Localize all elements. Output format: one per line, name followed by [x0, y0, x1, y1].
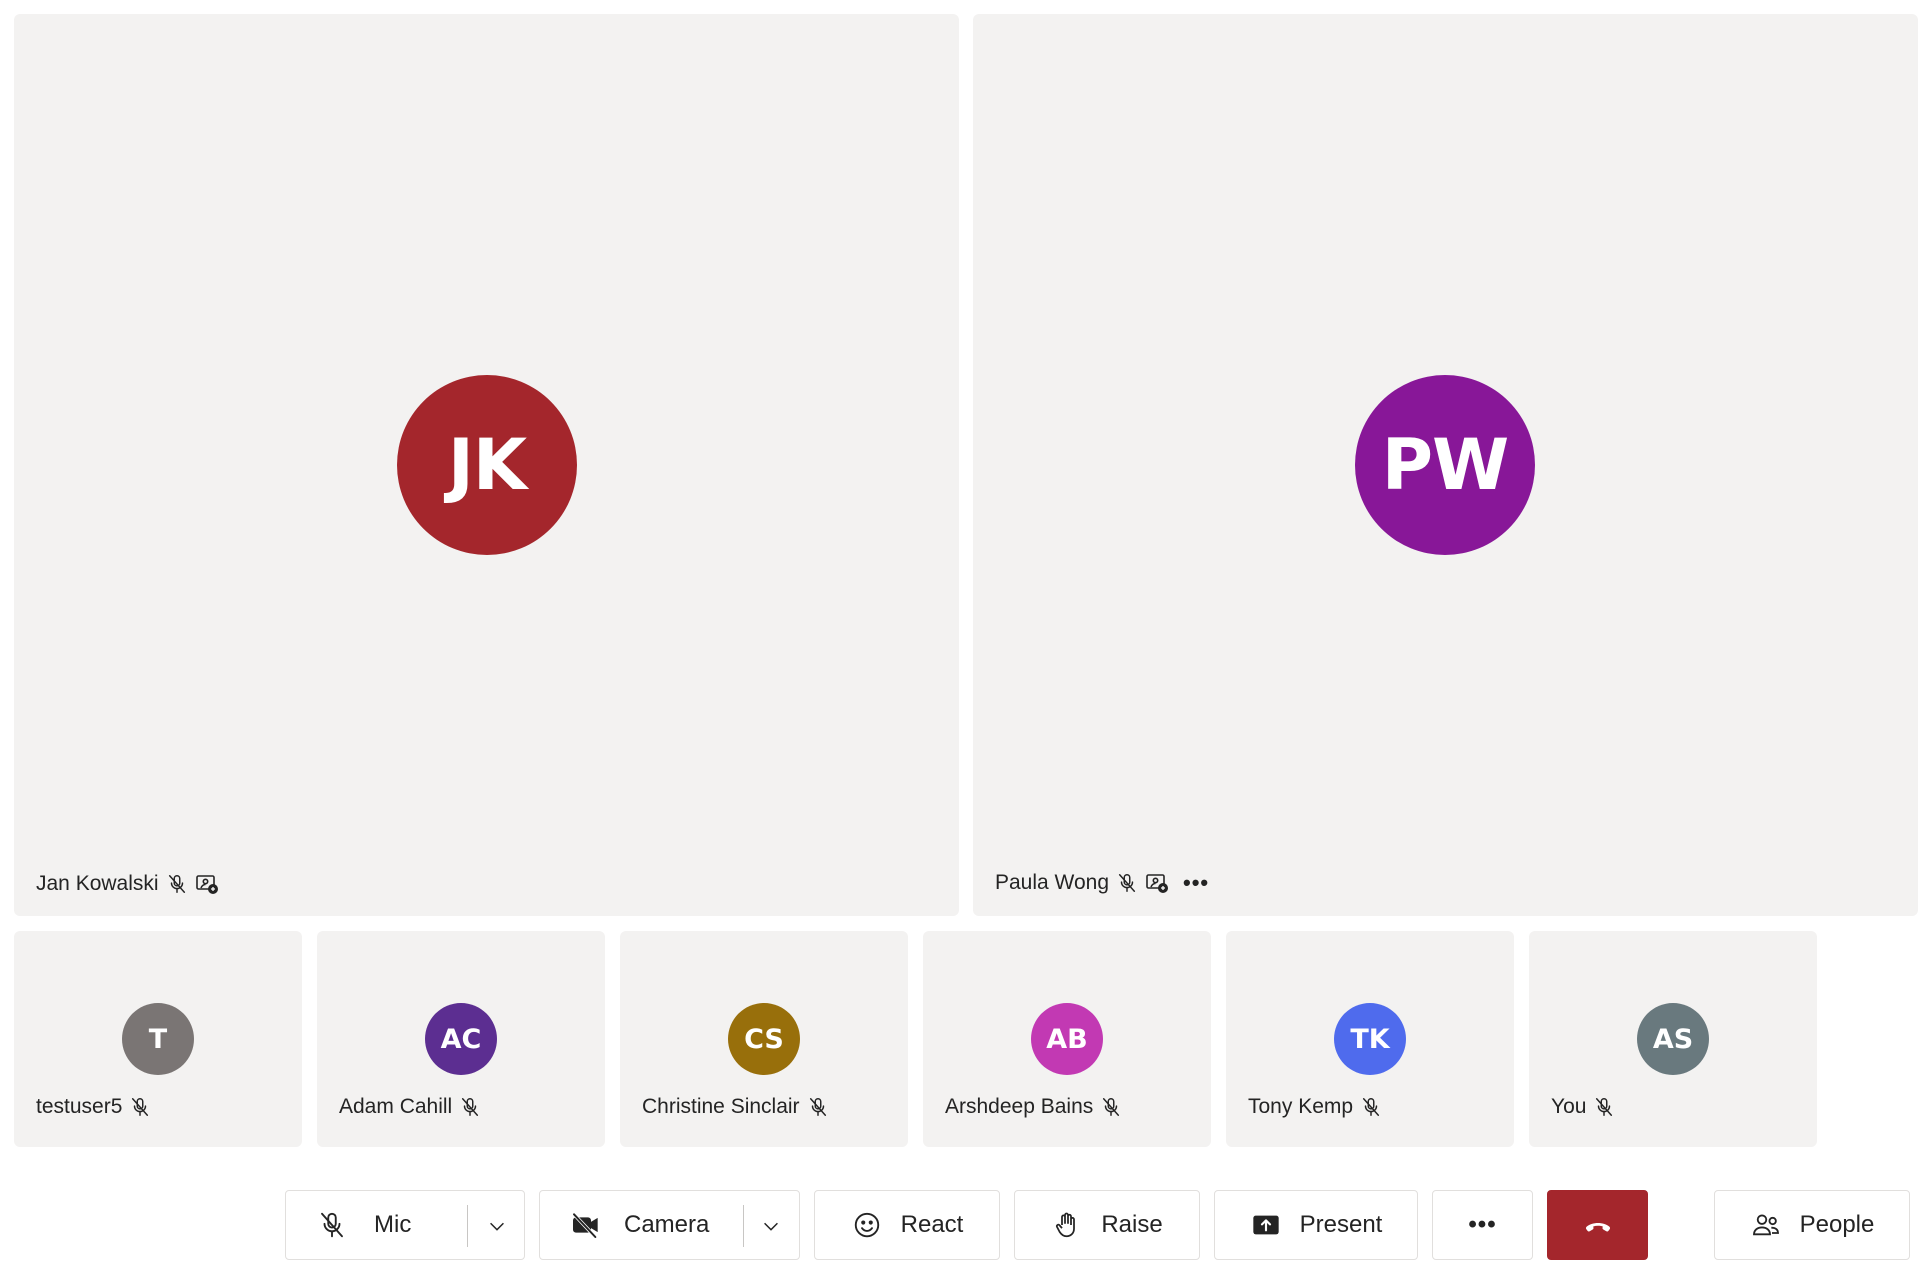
participant-tile-main-2[interactable]: PW Paula Wong •••	[973, 14, 1918, 916]
participant-tile-self[interactable]: AS You	[1529, 931, 1817, 1147]
avatar: AS	[1637, 1003, 1709, 1075]
mic-off-icon	[1099, 1095, 1123, 1119]
camera-button-group: Camera	[539, 1190, 800, 1260]
present-label: Present	[1299, 1211, 1383, 1238]
participant-tile[interactable]: CS Christine Sinclair	[620, 931, 908, 1147]
mic-off-icon	[806, 1095, 830, 1119]
mic-off-icon[interactable]	[316, 1209, 348, 1241]
mic-off-icon	[165, 872, 189, 896]
participant-nameplate: Adam Cahill	[339, 1095, 482, 1119]
participant-name: Arshdeep Bains	[945, 1095, 1094, 1118]
avatar: AB	[1031, 1003, 1103, 1075]
react-label: React	[900, 1211, 964, 1238]
meeting-toolbar: Mic Camera React Raise Present ••• Peopl…	[0, 1160, 1929, 1282]
mic-off-icon	[1592, 1095, 1616, 1119]
smiley-icon	[851, 1209, 883, 1241]
camera-button[interactable]: Camera	[624, 1211, 709, 1239]
participant-nameplate: Arshdeep Bains	[945, 1095, 1123, 1119]
more-icon: •••	[1468, 1211, 1497, 1238]
participant-nameplate: testuser5	[36, 1095, 152, 1119]
hand-icon	[1051, 1209, 1083, 1241]
camera-off-icon[interactable]	[570, 1209, 602, 1241]
mic-button-group: Mic	[285, 1190, 525, 1260]
participant-name: You	[1551, 1095, 1587, 1118]
raise-label: Raise	[1101, 1211, 1163, 1238]
mic-button[interactable]: Mic	[374, 1211, 411, 1239]
participant-tile[interactable]: T testuser5	[14, 931, 302, 1147]
meeting-stage: JK Jan Kowalski PW Paula Wong ••• T test…	[0, 0, 1929, 1160]
participant-nameplate: Jan Kowalski	[36, 872, 219, 896]
more-actions-button[interactable]: •••	[1432, 1190, 1533, 1260]
participant-name: Adam Cahill	[339, 1095, 453, 1118]
mic-off-icon	[1359, 1095, 1383, 1119]
avatar: CS	[728, 1003, 800, 1075]
react-button[interactable]: React	[814, 1190, 1000, 1260]
avatar: TK	[1334, 1003, 1406, 1075]
participant-tile[interactable]: AB Arshdeep Bains	[923, 931, 1211, 1147]
participant-nameplate: Tony Kemp	[1248, 1095, 1383, 1119]
avatar: AC	[425, 1003, 497, 1075]
avatar: PW	[1355, 375, 1535, 555]
split-divider	[467, 1205, 468, 1247]
participant-tile[interactable]: AC Adam Cahill	[317, 931, 605, 1147]
raise-hand-button[interactable]: Raise	[1014, 1190, 1200, 1260]
chevron-down-icon[interactable]	[756, 1211, 786, 1241]
leave-call-button[interactable]	[1547, 1190, 1648, 1260]
participant-name: testuser5	[36, 1095, 123, 1118]
spotlight-icon	[1145, 871, 1169, 895]
people-button[interactable]: People	[1714, 1190, 1910, 1260]
participant-tile[interactable]: TK Tony Kemp	[1226, 931, 1514, 1147]
hang-up-icon	[1582, 1209, 1614, 1241]
participant-nameplate: Paula Wong •••	[995, 870, 1209, 896]
people-icon	[1750, 1209, 1782, 1241]
participant-name: Paula Wong	[995, 871, 1110, 894]
more-options-icon[interactable]: •••	[1183, 870, 1209, 896]
chevron-down-icon[interactable]	[482, 1211, 512, 1241]
participant-nameplate: You	[1551, 1095, 1616, 1119]
share-screen-icon	[1250, 1209, 1282, 1241]
avatar: T	[122, 1003, 194, 1075]
mic-off-icon	[1115, 871, 1139, 895]
mic-off-icon	[458, 1095, 482, 1119]
split-divider	[743, 1205, 744, 1247]
people-label: People	[1799, 1211, 1875, 1238]
participant-nameplate: Christine Sinclair	[642, 1095, 830, 1119]
mic-off-icon	[128, 1095, 152, 1119]
participant-name: Christine Sinclair	[642, 1095, 800, 1118]
participant-tile-main-1[interactable]: JK Jan Kowalski	[14, 14, 959, 916]
avatar: JK	[397, 375, 577, 555]
participant-name: Tony Kemp	[1248, 1095, 1354, 1118]
spotlight-icon	[195, 872, 219, 896]
participant-name: Jan Kowalski	[36, 872, 159, 895]
present-button[interactable]: Present	[1214, 1190, 1418, 1260]
